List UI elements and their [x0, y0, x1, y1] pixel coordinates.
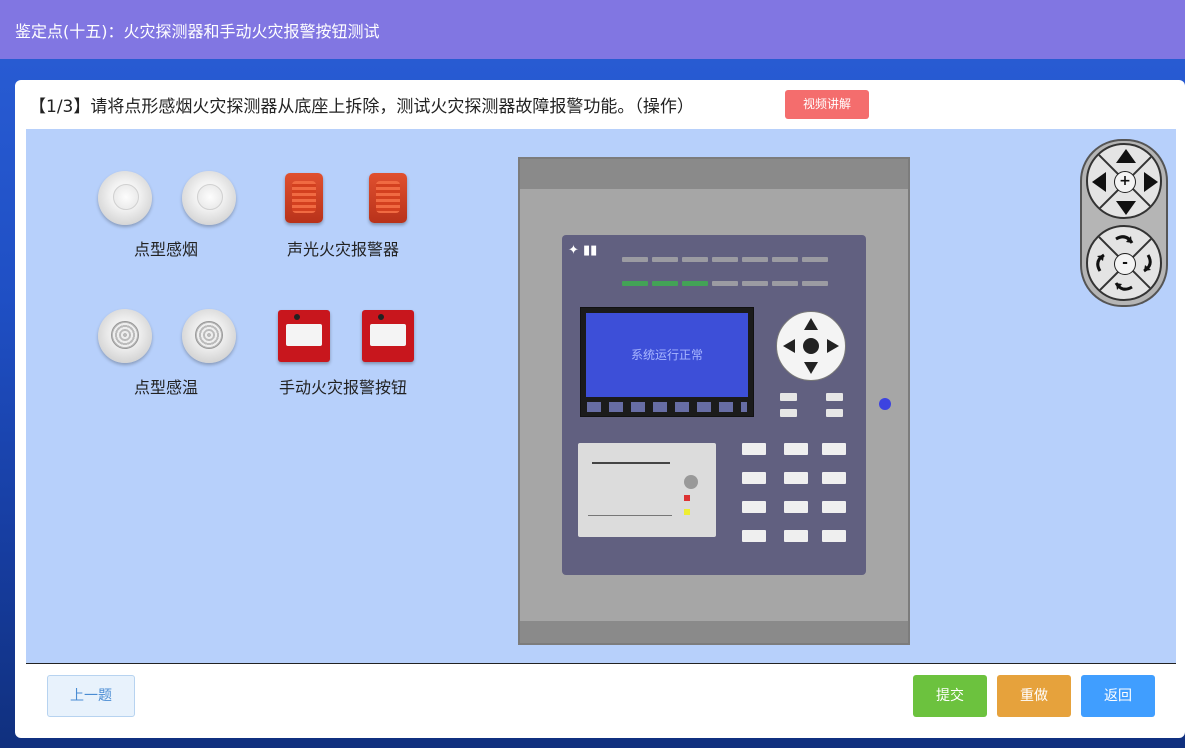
rotate-wheel[interactable]: -	[1086, 225, 1162, 301]
fire-alarm-controller: ✦ ▮▮ 系统运行正常	[518, 157, 910, 645]
manual-button-face	[370, 324, 406, 346]
lcd-status-bar	[587, 402, 747, 412]
heat-detector-1[interactable]	[98, 309, 152, 363]
manual-alarm-button-2[interactable]	[362, 310, 414, 362]
keypad-key[interactable]	[784, 443, 808, 455]
navigation-dpad[interactable]	[776, 311, 846, 381]
keypad-key[interactable]	[784, 501, 808, 513]
panel-bottom-band	[520, 621, 908, 643]
function-key-4[interactable]	[826, 409, 843, 417]
keypad-key[interactable]	[742, 501, 766, 513]
panel-indicator-dot[interactable]	[879, 398, 891, 410]
pan-up-icon[interactable]	[1116, 149, 1136, 163]
panel-top-band	[520, 159, 908, 189]
redo-button[interactable]: 重做	[997, 675, 1071, 717]
page-title: 鉴定点(十五)：火灾探测器和手动火灾报警按钮测试	[15, 22, 380, 41]
numeric-keypad	[742, 443, 852, 543]
keypad-key[interactable]	[822, 530, 846, 542]
keypad-key[interactable]	[822, 443, 846, 455]
top-bar: 鉴定点(十五)：火灾探测器和手动火灾报警按钮测试	[0, 0, 1185, 59]
smoke-detector-2[interactable]	[182, 171, 236, 225]
arrow-up-icon[interactable]	[804, 318, 818, 330]
zoom-in-icon[interactable]: +	[1114, 171, 1136, 193]
printer-power-led	[684, 495, 690, 501]
submit-button[interactable]: 提交	[913, 675, 987, 717]
heat-sensor-icon	[195, 321, 223, 349]
pan-zoom-wheel[interactable]: +	[1086, 143, 1162, 219]
indicator-led-row-2	[622, 271, 857, 286]
question-card: 【1/3】请将点形感烟火灾探测器从底座上拆除，测试火灾探测器故障报警功能。（操作…	[15, 80, 1185, 738]
pan-down-icon[interactable]	[1116, 201, 1136, 215]
printer-seam	[588, 515, 672, 516]
view-control: + -	[1080, 139, 1168, 307]
confirm-key[interactable]	[803, 338, 819, 354]
lcd-display: 系统运行正常	[580, 307, 754, 417]
arrow-right-icon[interactable]	[827, 339, 839, 353]
smoke-detector-label: 点型感烟	[134, 240, 199, 259]
simulation-stage: 点型感烟 声光火灾报警器 点型感温 手动火灾报警按钮 ✦ ▮▮ 系统运行正常 +…	[26, 129, 1176, 663]
stage-divider	[26, 663, 1176, 664]
function-key-1[interactable]	[780, 393, 797, 401]
indicator-led-row-1	[622, 247, 857, 262]
controller-face-plate: ✦ ▮▮ 系统运行正常	[562, 235, 866, 575]
manual-alarm-button-label: 手动火灾报警按钮	[279, 378, 408, 397]
manual-button-face	[286, 324, 322, 346]
sound-light-alarm-2[interactable]	[369, 173, 407, 223]
heat-sensor-icon	[111, 321, 139, 349]
question-text: 【1/3】请将点形感烟火灾探测器从底座上拆除，测试火灾探测器故障报警功能。（操作…	[29, 97, 694, 117]
keypad-key[interactable]	[784, 530, 808, 542]
lcd-screen-text: 系统运行正常	[586, 313, 748, 397]
pan-left-icon[interactable]	[1092, 172, 1106, 192]
function-key-3[interactable]	[780, 409, 797, 417]
video-explain-button[interactable]: 视频讲解	[785, 90, 869, 119]
detector-cover-icon	[113, 184, 139, 210]
arrow-down-icon[interactable]	[804, 362, 818, 374]
fire-icon	[378, 314, 384, 320]
sound-light-alarm-label: 声光火灾报警器	[287, 240, 400, 259]
manual-alarm-button-1[interactable]	[278, 310, 330, 362]
keypad-key[interactable]	[742, 530, 766, 542]
heat-detector-label: 点型感温	[134, 378, 199, 397]
siren-lens-icon	[292, 181, 316, 213]
smoke-detector-1[interactable]	[98, 171, 152, 225]
brand-logo: ✦ ▮▮	[568, 243, 598, 258]
function-key-2[interactable]	[826, 393, 843, 401]
zoom-out-icon[interactable]: -	[1114, 253, 1136, 275]
siren-lens-icon	[376, 181, 400, 213]
printer-knob-icon[interactable]	[684, 475, 698, 489]
keypad-key[interactable]	[784, 472, 808, 484]
arrow-left-icon[interactable]	[783, 339, 795, 353]
paper-slot	[592, 462, 670, 464]
fire-icon	[294, 314, 300, 320]
sound-light-alarm-1[interactable]	[285, 173, 323, 223]
keypad-key[interactable]	[742, 443, 766, 455]
detector-cover-icon	[197, 184, 223, 210]
keypad-key[interactable]	[822, 501, 846, 513]
pan-right-icon[interactable]	[1144, 172, 1158, 192]
keypad-key[interactable]	[742, 472, 766, 484]
keypad-key[interactable]	[822, 472, 846, 484]
printer-status-led	[684, 509, 690, 515]
previous-question-button[interactable]: 上一题	[47, 675, 135, 717]
back-button[interactable]: 返回	[1081, 675, 1155, 717]
thermal-printer	[578, 443, 716, 537]
heat-detector-2[interactable]	[182, 309, 236, 363]
